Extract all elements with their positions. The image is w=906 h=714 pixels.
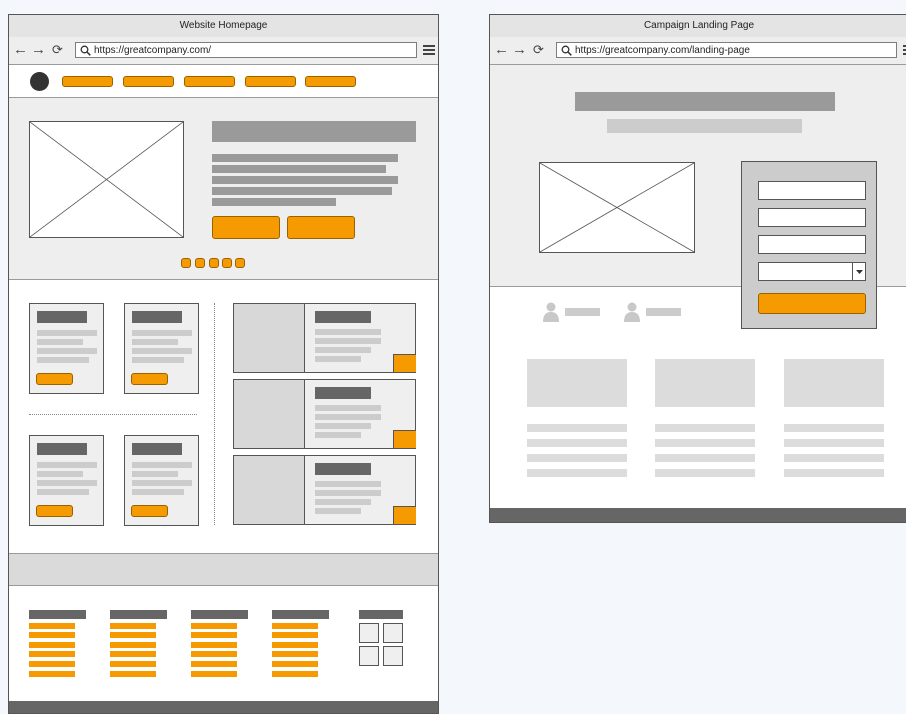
homepage-bottom-bar	[9, 701, 438, 713]
hero-secondary-button[interactable]	[287, 216, 355, 239]
article-card-button[interactable]	[393, 354, 416, 372]
social-tile[interactable]	[383, 623, 403, 643]
landing-url-text: https://greatcompany.com/landing-page	[575, 45, 750, 56]
hero-text-line	[212, 176, 398, 184]
user-icon	[624, 302, 640, 322]
hero-section	[9, 98, 438, 280]
chevron-down-icon	[852, 263, 865, 280]
card-button[interactable]	[131, 505, 168, 517]
footer-section	[9, 586, 438, 701]
testimonial-name-line	[646, 308, 681, 316]
article-card	[233, 379, 416, 449]
grey-banner	[9, 553, 438, 586]
hero-headline-block	[212, 121, 416, 142]
homepage-address-bar[interactable]: https://greatcompany.com/	[75, 42, 417, 58]
testimonial-name-line	[565, 308, 600, 316]
article-card	[233, 303, 416, 373]
nav-link-3[interactable]	[184, 76, 235, 87]
landing-address-bar[interactable]: https://greatcompany.com/landing-page	[556, 42, 897, 58]
homepage-url-text: https://greatcompany.com/	[94, 45, 212, 56]
social-tile[interactable]	[359, 646, 379, 666]
signup-form-panel	[741, 161, 877, 329]
forward-arrow-icon[interactable]: →	[512, 40, 527, 60]
search-icon	[80, 45, 91, 56]
content-section	[9, 280, 438, 553]
carousel-dot[interactable]	[181, 258, 191, 268]
site-header-nav	[9, 65, 438, 98]
form-submit-button[interactable]	[758, 293, 866, 314]
landing-browser-toolbar: ← → ⟳ https://greatcompany.com/landing-p…	[490, 37, 906, 65]
homepage-browser-window: Website Homepage ← → ⟳ https://greatcomp…	[8, 14, 439, 714]
nav-link-2[interactable]	[123, 76, 174, 87]
card-button[interactable]	[36, 505, 73, 517]
homepage-window-title: Website Homepage	[9, 15, 438, 38]
logo-circle	[30, 72, 49, 91]
landing-window-title: Campaign Landing Page	[490, 15, 906, 38]
carousel-dot[interactable]	[209, 258, 219, 268]
landing-image-placeholder	[539, 162, 695, 253]
landing-headline-block	[575, 92, 835, 111]
hero-text-line	[212, 187, 392, 195]
social-tile[interactable]	[383, 646, 403, 666]
form-dropdown[interactable]	[758, 262, 866, 281]
content-card	[29, 303, 104, 394]
landing-browser-window: Campaign Landing Page ← → ⟳ https://grea…	[489, 14, 906, 523]
user-icon	[543, 302, 559, 322]
hero-text-line	[212, 165, 386, 173]
forward-arrow-icon[interactable]: →	[31, 40, 46, 60]
back-arrow-icon[interactable]: ←	[494, 40, 509, 60]
form-text-field[interactable]	[758, 235, 866, 254]
hamburger-menu-icon[interactable]	[423, 40, 435, 60]
carousel-dot[interactable]	[195, 258, 205, 268]
nav-link-1[interactable]	[62, 76, 113, 87]
nav-link-4[interactable]	[245, 76, 296, 87]
dotted-divider	[29, 414, 197, 415]
back-arrow-icon[interactable]: ←	[13, 40, 28, 60]
content-card	[124, 303, 199, 394]
article-card-button[interactable]	[393, 430, 416, 448]
form-text-field[interactable]	[758, 181, 866, 200]
content-card	[29, 435, 104, 526]
homepage-browser-toolbar: ← → ⟳ https://greatcompany.com/	[9, 37, 438, 65]
vertical-dotted-divider	[214, 303, 215, 525]
landing-bottom-bar	[490, 508, 906, 522]
nav-link-5[interactable]	[305, 76, 356, 87]
search-icon	[561, 45, 572, 56]
hero-image-placeholder	[29, 121, 184, 238]
reload-icon[interactable]: ⟳	[533, 40, 544, 60]
carousel-dot[interactable]	[235, 258, 245, 268]
landing-subheadline-block	[607, 119, 802, 133]
hero-text-line	[212, 198, 336, 206]
reload-icon[interactable]: ⟳	[52, 40, 63, 60]
content-card	[124, 435, 199, 526]
card-button[interactable]	[131, 373, 168, 385]
article-card	[233, 455, 416, 525]
hero-text-line	[212, 154, 398, 162]
social-tile[interactable]	[359, 623, 379, 643]
hero-primary-button[interactable]	[212, 216, 280, 239]
form-text-field[interactable]	[758, 208, 866, 227]
article-card-button[interactable]	[393, 506, 416, 524]
card-button[interactable]	[36, 373, 73, 385]
carousel-dot[interactable]	[222, 258, 232, 268]
